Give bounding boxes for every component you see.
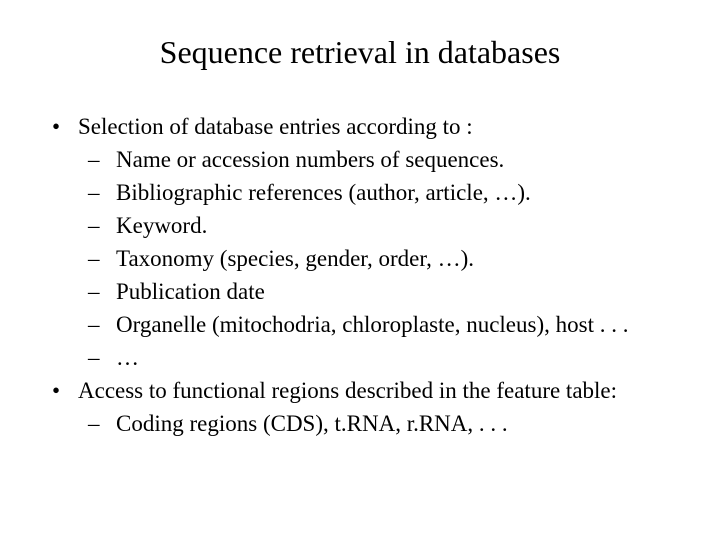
bullet-level1: Selection of database entries according … <box>48 111 720 142</box>
bullet-level2: Organelle (mitochodria, chloroplaste, nu… <box>48 309 720 340</box>
slide-title: Sequence retrieval in databases <box>0 34 720 71</box>
bullet-level2: Name or accession numbers of sequences. <box>48 144 720 175</box>
bullet-level2: Keyword. <box>48 210 720 241</box>
bullet-level2: Bibliographic references (author, articl… <box>48 177 720 208</box>
slide-body: Selection of database entries according … <box>0 111 720 439</box>
bullet-level2: Taxonomy (species, gender, order, …). <box>48 243 720 274</box>
slide: Sequence retrieval in databases Selectio… <box>0 0 720 540</box>
bullet-level2: … <box>48 342 720 373</box>
bullet-level2: Publication date <box>48 276 720 307</box>
bullet-level1: Access to functional regions described i… <box>48 375 720 406</box>
bullet-level2: Coding regions (CDS), t.RNA, r.RNA, . . … <box>48 408 720 439</box>
